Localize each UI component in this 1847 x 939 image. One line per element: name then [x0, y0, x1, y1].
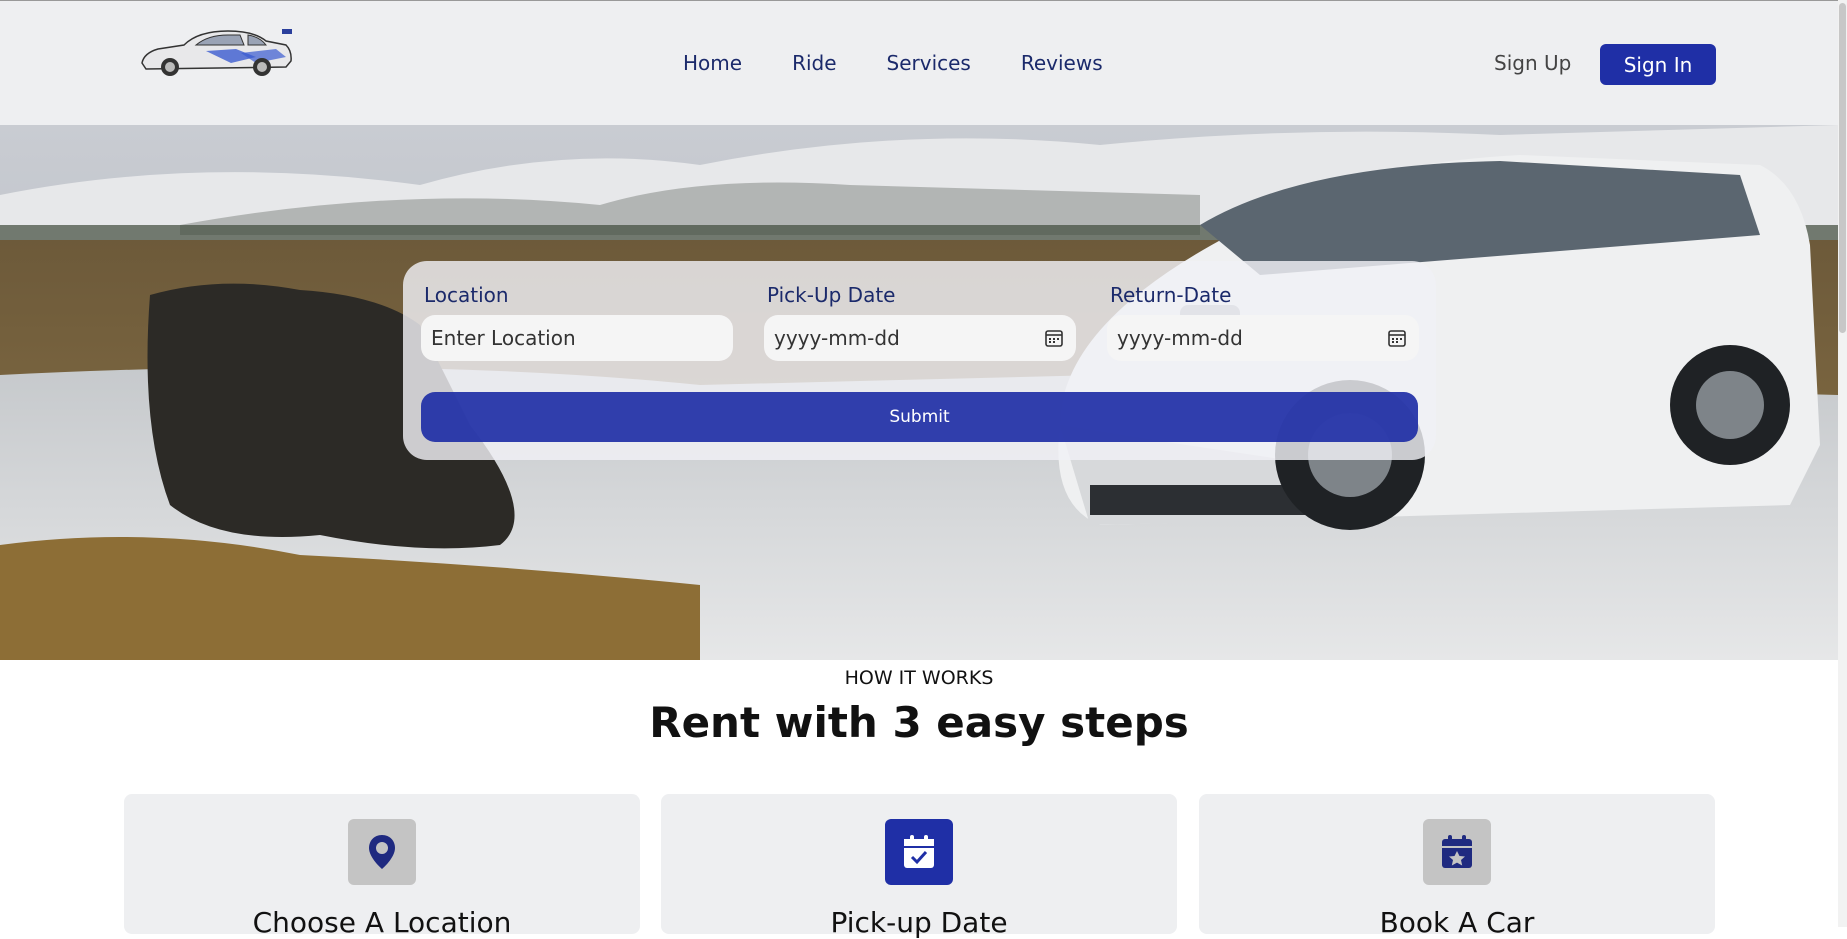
sign-up-link[interactable]: Sign Up [1494, 51, 1571, 75]
return-date-input[interactable]: yyyy-mm-dd [1107, 315, 1419, 361]
location-pin-icon [348, 819, 416, 885]
car-logo-icon[interactable] [136, 23, 296, 81]
pickup-date-label: Pick-Up Date [767, 283, 896, 307]
calendar-icon[interactable] [1044, 328, 1064, 348]
pickup-date-placeholder: yyyy-mm-dd [774, 326, 900, 350]
nav-services[interactable]: Services [887, 51, 971, 75]
pickup-date-input[interactable]: yyyy-mm-dd [764, 315, 1076, 361]
location-input[interactable]: Enter Location [421, 315, 733, 361]
scrollbar-thumb[interactable] [1839, 3, 1846, 333]
calendar-check-icon [885, 819, 953, 885]
step-card-location: Choose A Location [124, 794, 640, 939]
step-card-book: Book A Car [1199, 794, 1715, 939]
section-heading: Rent with 3 easy steps [649, 698, 1189, 747]
header: Home Ride Services Reviews Sign Up Sign … [0, 0, 1847, 126]
step-title: Book A Car [1379, 906, 1535, 939]
main-nav: Home Ride Services Reviews [683, 51, 1103, 75]
section-eyebrow: HOW IT WORKS [844, 667, 994, 689]
submit-button[interactable]: Submit [421, 392, 1418, 442]
nav-ride[interactable]: Ride [792, 51, 836, 75]
return-date-label: Return-Date [1110, 283, 1232, 307]
sign-in-button[interactable]: Sign In [1600, 44, 1716, 85]
location-label: Location [424, 283, 509, 307]
step-card-pickup: Pick-up Date [661, 794, 1177, 939]
step-title: Pick-up Date [830, 906, 1008, 939]
step-title: Choose A Location [252, 906, 512, 939]
nav-reviews[interactable]: Reviews [1021, 51, 1103, 75]
nav-home[interactable]: Home [683, 51, 742, 75]
calendar-star-icon [1423, 819, 1491, 885]
booking-form: Location Enter Location Pick-Up Date yyy… [403, 261, 1436, 460]
calendar-icon[interactable] [1387, 328, 1407, 348]
return-date-placeholder: yyyy-mm-dd [1117, 326, 1243, 350]
